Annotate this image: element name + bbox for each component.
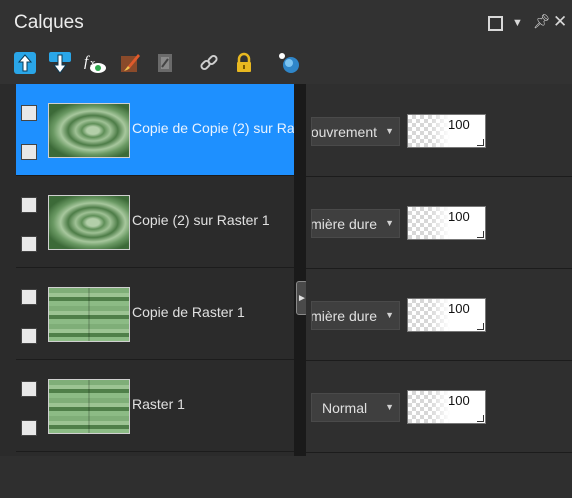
blend-mode-value: Recouvrement (311, 124, 377, 140)
layer-row[interactable]: Raster 1 (16, 360, 294, 452)
pin-icon[interactable]: 📌︎ (533, 13, 551, 30)
paint-brush-icon[interactable] (118, 51, 142, 75)
layer-name[interactable]: Copie (2) sur Raster 1 (132, 212, 294, 228)
layer-properties-row: Normal ▼ 100 (306, 360, 572, 453)
layer-properties-panel: Recouvrement ▼ 100 Lumière dure ▼ 100 Lu… (306, 84, 572, 456)
opacity-value: 100 (448, 209, 470, 224)
arrow-up-icon[interactable] (13, 51, 37, 75)
layer-name[interactable]: Copie de Copie (2) sur Raster 1 (132, 120, 294, 136)
opacity-field[interactable]: 100 (407, 206, 486, 240)
lock-icon[interactable] (232, 51, 256, 75)
chevron-down-icon: ▼ (385, 402, 394, 412)
merge-layer-icon[interactable] (277, 51, 301, 75)
layer-group-icon[interactable] (21, 105, 37, 121)
opacity-value: 100 (448, 301, 470, 316)
mask-icon[interactable] (153, 51, 177, 75)
resize-corner-icon (477, 415, 484, 422)
opacity-value: 100 (448, 393, 470, 408)
layer-row[interactable]: Copie de Copie (2) sur Raster 1 (16, 84, 294, 176)
layer-toolbar: fx (0, 44, 572, 84)
layer-group-icon[interactable] (21, 289, 37, 305)
panel-titlebar: Calques ▼ 📌︎ ✕ (0, 0, 572, 44)
link-icon[interactable] (197, 51, 221, 75)
chevron-down-icon: ▼ (385, 126, 394, 136)
arrow-down-icon[interactable] (48, 51, 72, 75)
chevron-down-icon[interactable]: ▼ (512, 17, 523, 29)
resize-corner-icon (477, 323, 484, 330)
panel-title: Calques (14, 12, 84, 33)
layer-properties-row: Lumière dure ▼ 100 (306, 176, 572, 269)
blend-mode-value: Lumière dure (311, 308, 377, 324)
layer-names-panel: Copie de Copie (2) sur Raster 1 Copie (2… (16, 84, 294, 456)
blend-mode-select[interactable]: Lumière dure ▼ (311, 301, 400, 330)
layer-thumbnail (48, 103, 130, 158)
chevron-down-icon: ▼ (385, 218, 394, 228)
eye-icon[interactable] (21, 144, 37, 160)
resize-corner-icon (477, 231, 484, 238)
blend-mode-select[interactable]: Lumière dure ▼ (311, 209, 400, 238)
layer-thumbnail (48, 287, 130, 342)
blend-mode-value: Normal (322, 400, 368, 416)
blend-mode-select[interactable]: Recouvrement ▼ (311, 117, 400, 146)
blend-mode-select[interactable]: Normal ▼ (311, 393, 400, 422)
opacity-field[interactable]: 100 (407, 298, 486, 332)
layer-list: Copie de Copie (2) sur Raster 1 Copie (2… (0, 84, 572, 456)
layer-properties-row: Lumière dure ▼ 100 (306, 268, 572, 361)
layer-name[interactable]: Copie de Raster 1 (132, 304, 294, 320)
opacity-value: 100 (448, 117, 470, 132)
chevron-down-icon: ▼ (385, 310, 394, 320)
layer-properties-row: Recouvrement ▼ 100 (306, 84, 572, 177)
layer-group-icon[interactable] (21, 381, 37, 397)
panel-divider (294, 84, 306, 456)
layer-thumbnail (48, 379, 130, 434)
layer-row[interactable]: Copie (2) sur Raster 1 (16, 176, 294, 268)
resize-corner-icon (477, 139, 484, 146)
maximize-icon[interactable] (488, 16, 503, 31)
opacity-field[interactable]: 100 (407, 390, 486, 424)
close-icon[interactable]: ✕ (553, 12, 567, 32)
layer-group-icon[interactable] (21, 197, 37, 213)
eye-icon[interactable] (21, 420, 37, 436)
layer-row[interactable]: Copie de Raster 1 (16, 268, 294, 360)
blend-mode-value: Lumière dure (311, 216, 377, 232)
eye-icon[interactable] (21, 328, 37, 344)
layer-thumbnail (48, 195, 130, 250)
layer-name[interactable]: Raster 1 (132, 396, 294, 412)
empty-panel-area (0, 456, 572, 498)
opacity-field[interactable]: 100 (407, 114, 486, 148)
eye-icon[interactable] (21, 236, 37, 252)
fx-eye-icon[interactable]: fx (83, 51, 107, 75)
